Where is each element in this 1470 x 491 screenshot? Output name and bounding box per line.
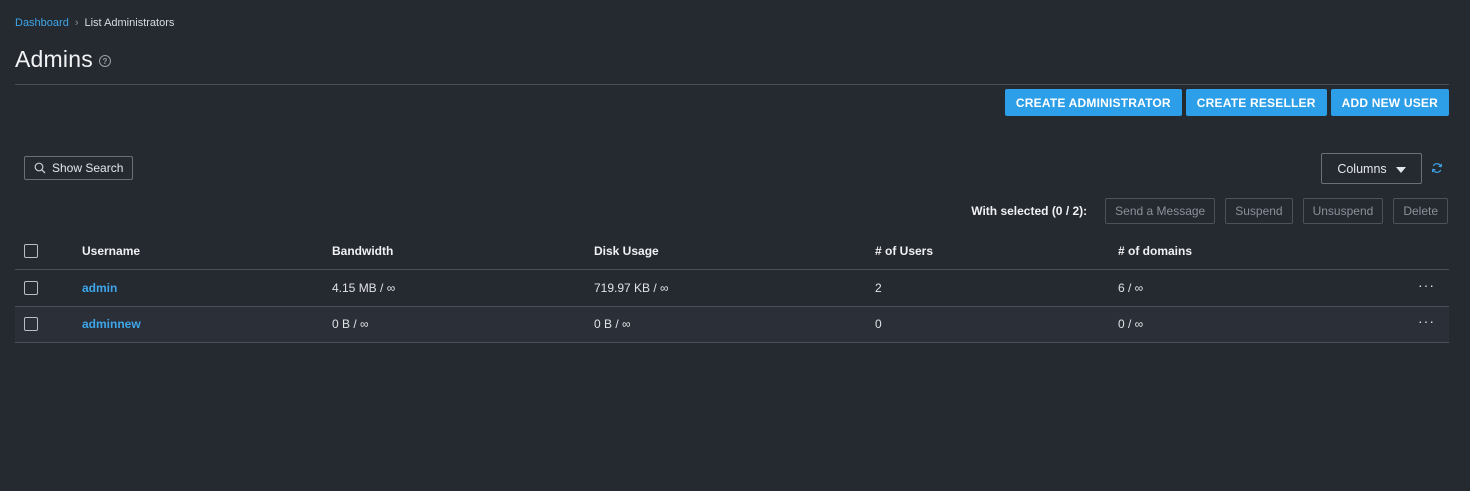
- select-all-cell: [24, 233, 38, 269]
- show-search-label: Show Search: [52, 161, 124, 175]
- table-row: adminnew 0 B / ∞ 0 B / ∞ 0 0 / ∞ ···: [15, 306, 1449, 343]
- bandwidth-cell: 0 B / ∞: [332, 317, 369, 332]
- username-cell: adminnew: [82, 307, 141, 343]
- disk-usage-cell: 0 B / ∞: [594, 317, 631, 332]
- add-new-user-button[interactable]: ADD NEW USER: [1330, 89, 1449, 116]
- search-icon: [34, 162, 46, 174]
- username-link[interactable]: adminnew: [82, 317, 141, 331]
- page-title: Admins: [15, 46, 93, 72]
- num-users-cell: 2: [875, 280, 882, 295]
- delete-button[interactable]: Delete: [1393, 198, 1448, 224]
- disk-usage-cell: 719.97 KB / ∞: [594, 280, 669, 295]
- username-cell: admin: [82, 270, 117, 306]
- create-reseller-button[interactable]: CREATE RESELLER: [1185, 89, 1327, 116]
- columns-dropdown[interactable]: Columns: [1321, 153, 1422, 184]
- chevron-right-icon: ›: [74, 17, 79, 29]
- admins-page: Dashboard › List Administrators Admins ?…: [0, 0, 1470, 491]
- more-options-icon[interactable]: ···: [1418, 278, 1435, 292]
- caret-down-icon: [1395, 166, 1406, 173]
- table-header: Username Bandwidth Disk Usage # of Users…: [15, 233, 1449, 270]
- admins-table: Username Bandwidth Disk Usage # of Users…: [15, 233, 1449, 343]
- num-domains-cell: 0 / ∞: [1118, 317, 1144, 332]
- num-domains-cell: 6 / ∞: [1118, 280, 1144, 295]
- breadcrumb-dashboard-link[interactable]: Dashboard: [15, 17, 69, 29]
- select-all-checkbox[interactable]: [24, 244, 38, 258]
- username-link[interactable]: admin: [82, 281, 117, 295]
- num-users-cell: 0: [875, 317, 882, 332]
- title-row: Admins ?: [15, 46, 111, 73]
- table-row: admin 4.15 MB / ∞ 719.97 KB / ∞ 2 6 / ∞ …: [15, 270, 1449, 307]
- with-selected-label: With selected (0 / 2):: [971, 204, 1088, 218]
- page-actions: CREATE ADMINISTRATOR CREATE RESELLER ADD…: [1004, 89, 1449, 116]
- row-checkbox[interactable]: [24, 280, 38, 295]
- more-options-icon[interactable]: ···: [1418, 314, 1435, 328]
- row-menu-cell: ···: [1418, 307, 1435, 343]
- refresh-icon[interactable]: [1431, 162, 1443, 174]
- suspend-button[interactable]: Suspend: [1225, 198, 1293, 224]
- create-administrator-button[interactable]: CREATE ADMINISTRATOR: [1004, 89, 1182, 116]
- header-num-users[interactable]: # of Users: [875, 233, 933, 269]
- header-disk-usage[interactable]: Disk Usage: [594, 233, 659, 269]
- row-menu-cell: ···: [1418, 270, 1435, 306]
- help-icon[interactable]: ?: [98, 55, 111, 67]
- breadcrumb-current: List Administrators: [84, 17, 175, 29]
- unsuspend-button[interactable]: Unsuspend: [1302, 198, 1384, 224]
- row-select-cell: [24, 270, 38, 306]
- show-search-button[interactable]: Show Search: [24, 156, 134, 180]
- columns-label: Columns: [1337, 161, 1387, 176]
- breadcrumb: Dashboard › List Administrators: [15, 17, 174, 29]
- bulk-actions: With selected (0 / 2): Send a Message Su…: [971, 198, 1448, 224]
- header-bandwidth[interactable]: Bandwidth: [332, 233, 393, 269]
- row-checkbox[interactable]: [24, 317, 38, 332]
- title-divider: [15, 84, 1449, 85]
- row-select-cell: [24, 307, 38, 343]
- bandwidth-cell: 4.15 MB / ∞: [332, 280, 396, 295]
- send-message-button[interactable]: Send a Message: [1105, 198, 1216, 224]
- header-num-domains[interactable]: # of domains: [1118, 233, 1192, 269]
- header-username[interactable]: Username: [82, 233, 140, 269]
